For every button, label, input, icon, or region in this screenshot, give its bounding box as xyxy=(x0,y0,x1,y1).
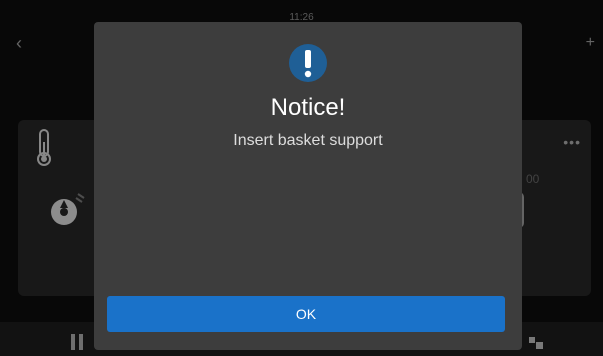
notice-dialog: Notice! Insert basket support OK xyxy=(94,22,522,350)
exclamation-icon xyxy=(289,44,327,82)
ok-button[interactable]: OK xyxy=(107,296,505,332)
dialog-message: Insert basket support xyxy=(233,132,383,149)
dialog-title: Notice! xyxy=(270,94,346,121)
